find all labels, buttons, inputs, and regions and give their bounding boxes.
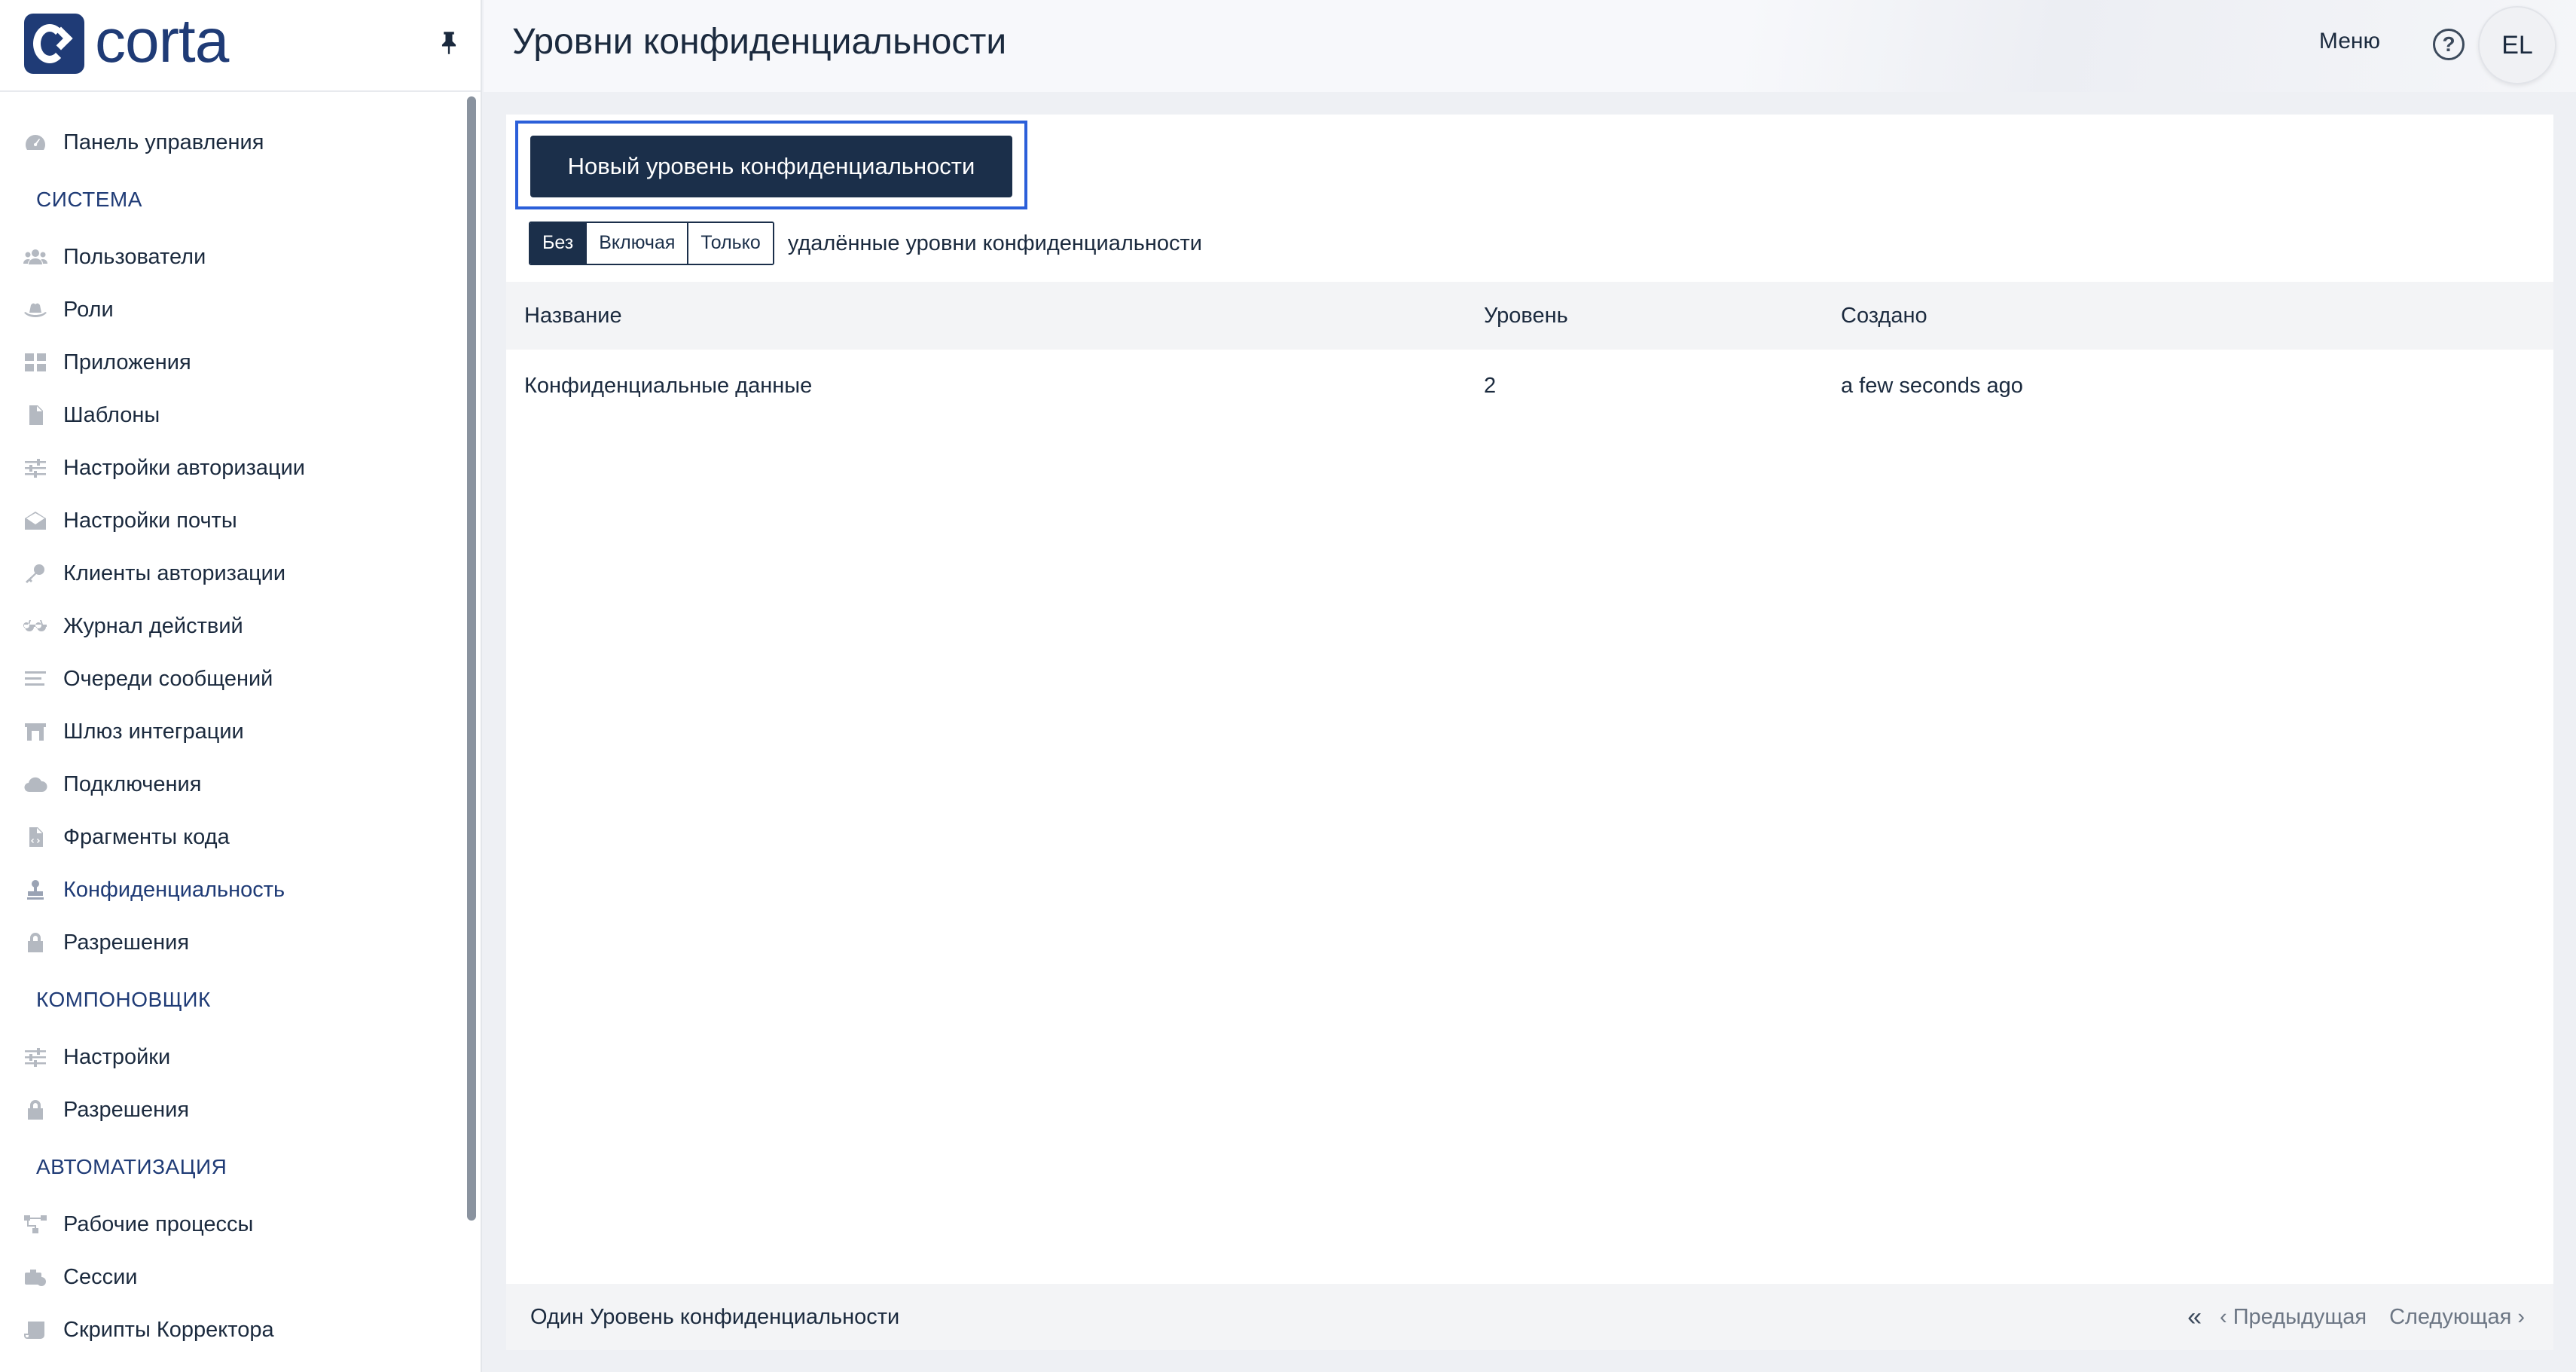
sidebar-item-message-queues[interactable]: Очереди сообщений bbox=[0, 652, 467, 705]
stamp-icon bbox=[23, 879, 48, 900]
sidebar-item-label: Подключения bbox=[63, 772, 202, 796]
gateway-icon bbox=[23, 721, 48, 742]
sidebar-scrollbar[interactable] bbox=[467, 96, 476, 1221]
sidebar-item-label: Разрешения bbox=[63, 930, 190, 955]
sidebar-item-label: Шлюз интеграции bbox=[63, 719, 244, 744]
table-row[interactable]: Конфиденциальные данные 2 a few seconds … bbox=[506, 350, 2553, 422]
pin-icon[interactable] bbox=[438, 30, 459, 56]
sidebar-item-sessions[interactable]: Сессии bbox=[0, 1251, 467, 1303]
cell-created: a few seconds ago bbox=[1841, 374, 2023, 398]
scroll-icon bbox=[23, 1319, 48, 1340]
sidebar-item-label: Фрагменты кода bbox=[63, 824, 230, 849]
table-footer: Один Уровень конфиденциальности « ‹ Пред… bbox=[506, 1284, 2553, 1350]
sidebar-item-permissions[interactable]: Разрешения bbox=[0, 916, 467, 969]
list-icon bbox=[23, 668, 48, 689]
deleted-filter-segmented: Без Включая Только bbox=[529, 222, 774, 265]
pagination: « ‹ Предыдущая Следующая › bbox=[2187, 1284, 2525, 1350]
sidebar-nav: Панель управления СИСТЕМА Пользователи Р… bbox=[0, 116, 467, 1356]
sidebar-item-label: Роли bbox=[63, 297, 114, 322]
sidebar-item-label: Клиенты авторизации bbox=[63, 561, 286, 585]
sidebar-item-label: Пользователи bbox=[63, 244, 206, 269]
sidebar-item-code-snippets[interactable]: Фрагменты кода bbox=[0, 811, 467, 863]
help-icon[interactable]: ? bbox=[2433, 29, 2465, 60]
sidebar: corta Панель управления СИСТЕМА Пользова… bbox=[0, 0, 482, 1372]
hat-icon bbox=[23, 299, 48, 320]
previous-page-button[interactable]: ‹ Предыдущая bbox=[2220, 1305, 2367, 1330]
key-icon bbox=[23, 563, 48, 584]
sidebar-item-auth-settings[interactable]: Настройки авторизации bbox=[0, 442, 467, 494]
code-file-icon bbox=[23, 827, 48, 848]
main-panel: Новый уровень конфиденциальности Без Вкл… bbox=[506, 115, 2553, 1350]
sidebar-item-auth-clients[interactable]: Клиенты авторизации bbox=[0, 547, 467, 600]
sidebar-item-audit-log[interactable]: Журнал действий bbox=[0, 600, 467, 652]
sidebar-item-composer-permissions[interactable]: Разрешения bbox=[0, 1083, 467, 1136]
column-header-created[interactable]: Создано bbox=[1841, 282, 1927, 350]
sessions-icon bbox=[23, 1267, 48, 1288]
section-system: СИСТЕМА bbox=[36, 188, 142, 211]
sidebar-item-mail-settings[interactable]: Настройки почты bbox=[0, 494, 467, 547]
sidebar-item-label: Настройки bbox=[63, 1044, 171, 1069]
cell-level: 2 bbox=[1484, 374, 1497, 398]
sliders-icon bbox=[23, 1047, 48, 1068]
users-icon bbox=[23, 246, 48, 267]
logo-area: corta bbox=[0, 0, 481, 92]
cell-name: Конфиденциальные данные bbox=[524, 374, 813, 398]
sidebar-item-roles[interactable]: Роли bbox=[0, 283, 467, 336]
sidebar-item-label: Шаблоны bbox=[63, 402, 160, 427]
grid-icon bbox=[23, 352, 48, 373]
column-header-name[interactable]: Название bbox=[524, 282, 622, 350]
sidebar-item-connections[interactable]: Подключения bbox=[0, 758, 467, 811]
sidebar-item-label: Сессии bbox=[63, 1264, 138, 1289]
top-header: Уровни конфиденциальности Меню ? EL bbox=[484, 0, 2576, 92]
file-icon bbox=[23, 405, 48, 426]
logo-text[interactable]: corta bbox=[95, 6, 229, 77]
lock-icon bbox=[23, 1099, 48, 1120]
new-confidentiality-level-button[interactable]: Новый уровень конфиденциальности bbox=[530, 136, 1012, 197]
filter-label: удалённые уровни конфиденциальности bbox=[787, 231, 1202, 255]
sidebar-item-label: Настройки почты bbox=[63, 508, 237, 533]
sidebar-item-label: Журнал действий bbox=[63, 613, 243, 638]
gauge-icon bbox=[23, 132, 48, 153]
sidebar-item-confidentiality[interactable]: Конфиденциальность bbox=[0, 863, 467, 916]
record-count: Один Уровень конфиденциальности bbox=[530, 1305, 900, 1329]
filter-option-without[interactable]: Без bbox=[530, 223, 586, 264]
sidebar-item-label: Скрипты Корректора bbox=[63, 1317, 274, 1342]
sidebar-item-templates[interactable]: Шаблоны bbox=[0, 389, 467, 442]
sidebar-item-corrector-scripts[interactable]: Скрипты Корректора bbox=[0, 1303, 467, 1356]
sidebar-item-dashboard[interactable]: Панель управления bbox=[0, 116, 467, 169]
next-page-button[interactable]: Следующая › bbox=[2389, 1305, 2525, 1330]
sidebar-item-label: Очереди сообщений bbox=[63, 666, 273, 691]
logo-icon[interactable] bbox=[24, 14, 84, 74]
sidebar-item-integration-gateway[interactable]: Шлюз интеграции bbox=[0, 705, 467, 758]
section-automation: АВТОМАТИЗАЦИЯ bbox=[36, 1155, 227, 1178]
lock-icon bbox=[23, 932, 48, 953]
column-header-level[interactable]: Уровень bbox=[1484, 282, 1568, 350]
sidebar-item-label: Приложения bbox=[63, 350, 191, 374]
filter-option-including[interactable]: Включая bbox=[585, 223, 688, 264]
filter-option-only[interactable]: Только bbox=[687, 223, 773, 264]
glasses-icon bbox=[23, 616, 48, 637]
sidebar-item-workflows[interactable]: Рабочие процессы bbox=[0, 1198, 467, 1251]
workflow-icon bbox=[23, 1214, 48, 1235]
sidebar-item-label: Разрешения bbox=[63, 1097, 190, 1122]
page-title: Уровни конфиденциальности bbox=[512, 22, 1007, 62]
sidebar-item-users[interactable]: Пользователи bbox=[0, 231, 467, 283]
sidebar-item-label: Конфиденциальность bbox=[63, 877, 285, 902]
avatar[interactable]: EL bbox=[2478, 6, 2556, 84]
sidebar-item-composer-settings[interactable]: Настройки bbox=[0, 1031, 467, 1083]
envelope-icon bbox=[23, 510, 48, 531]
table-header: Название Уровень Создано bbox=[506, 282, 2553, 350]
deleted-filter: Без Включая Только удалённые уровни конф… bbox=[529, 222, 1202, 265]
sidebar-item-label: Настройки авторизации bbox=[63, 455, 305, 480]
sidebar-item-label: Рабочие процессы bbox=[63, 1212, 254, 1236]
sliders-icon bbox=[23, 457, 48, 478]
menu-link[interactable]: Меню bbox=[2319, 29, 2380, 54]
sidebar-item-applications[interactable]: Приложения bbox=[0, 336, 467, 389]
cloud-icon bbox=[23, 774, 48, 795]
sidebar-item-label: Панель управления bbox=[63, 130, 264, 154]
section-composer: КОМПОНОВЩИК bbox=[36, 988, 211, 1011]
first-page-icon[interactable]: « bbox=[2187, 1303, 2202, 1332]
